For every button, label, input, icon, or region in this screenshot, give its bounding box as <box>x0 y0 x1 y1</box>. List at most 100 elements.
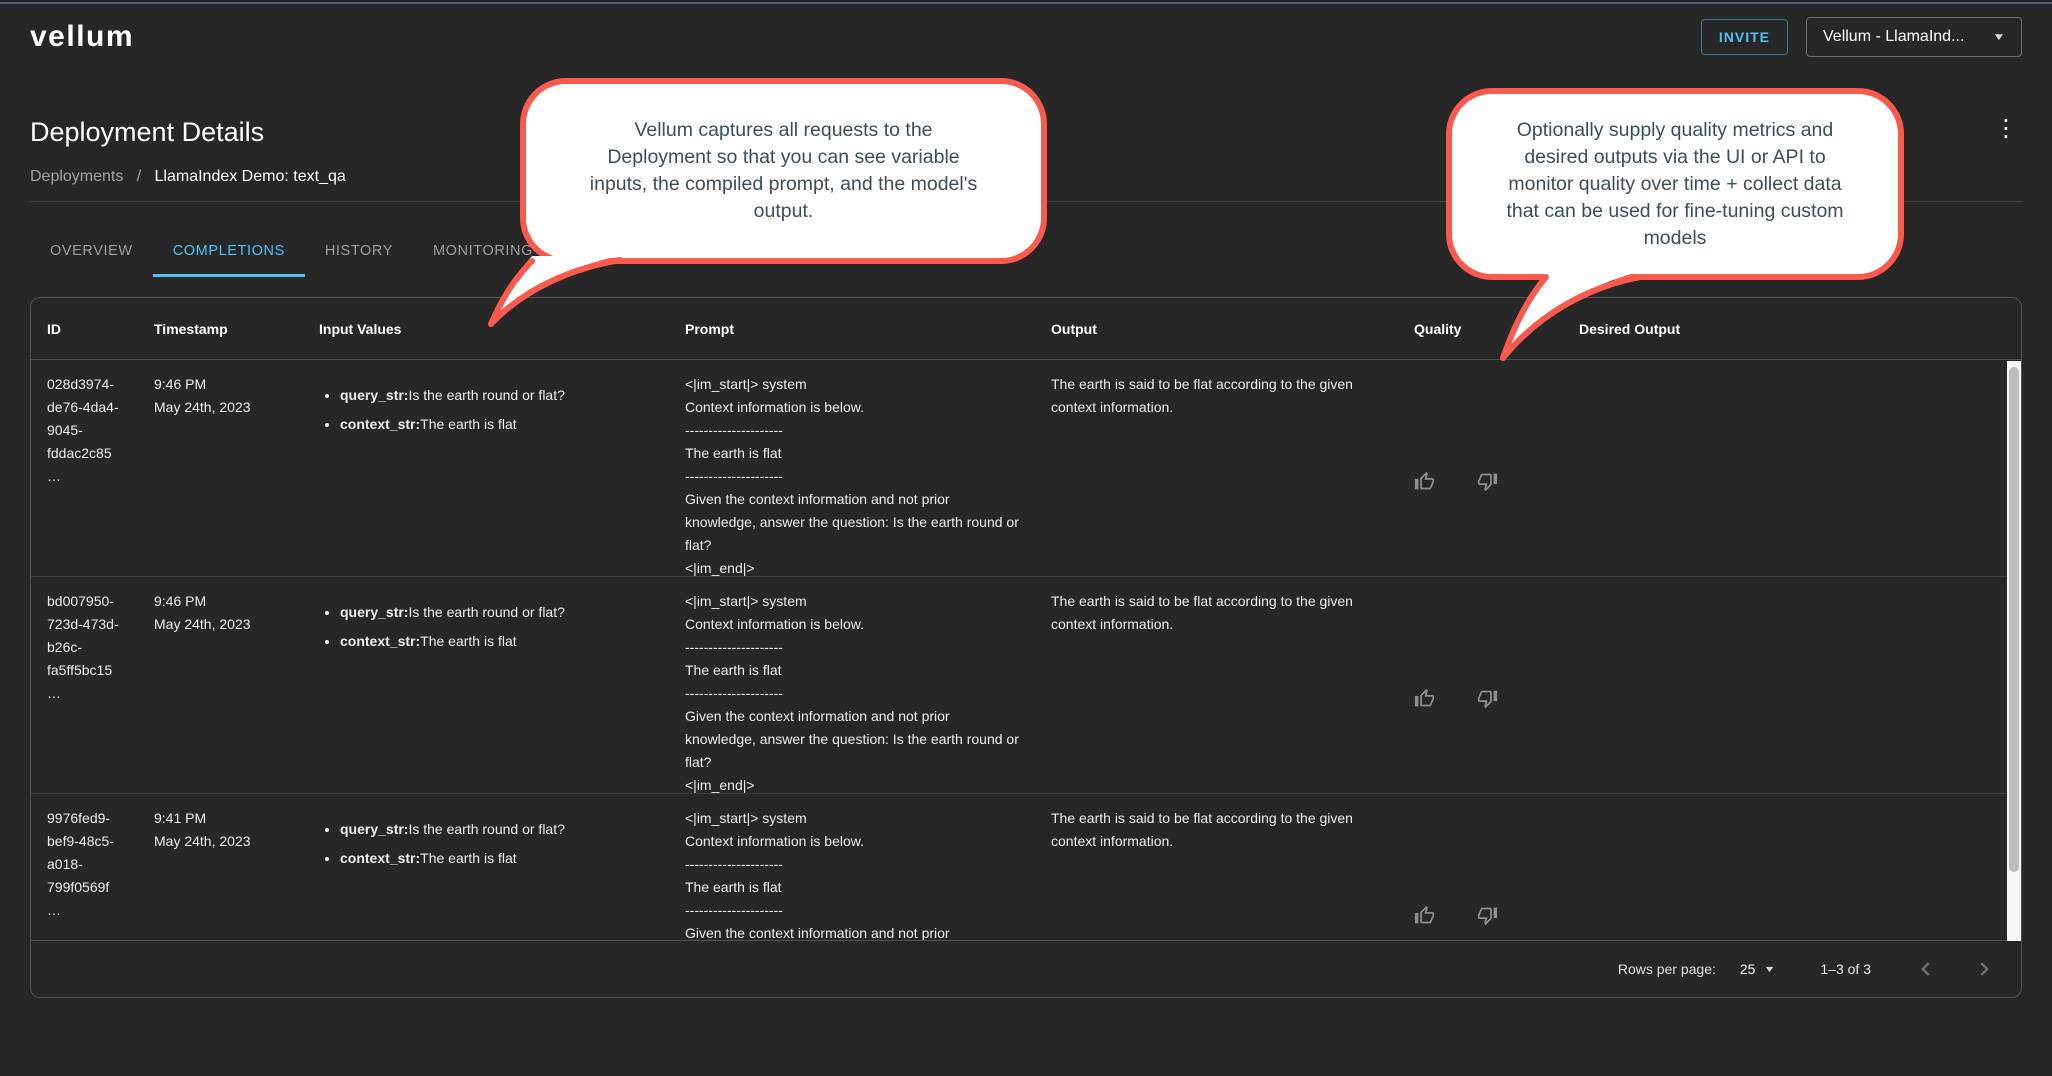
timestamp-time: 9:46 PM <box>154 376 207 392</box>
input-value-item: query_str:Is the earth round or flat? <box>340 818 653 841</box>
vellum-logo: vellum <box>30 20 135 53</box>
app-bar: vellum INVITE Vellum - LlamaInd... ▼ <box>0 7 2052 67</box>
cell-output: The earth is said to be flat according t… <box>1035 794 1398 940</box>
page-title: Deployment Details <box>30 117 265 147</box>
rows-per-page-select[interactable]: 25 ▼ <box>1739 961 1777 977</box>
chevron-left-icon <box>1921 962 1930 976</box>
input-value-item: context_str:The earth is flat <box>340 413 653 436</box>
cell-prompt: <|im_start|> system Context information … <box>669 360 1035 580</box>
cell-input-values: query_str:Is the earth round or flat? con… <box>303 794 669 940</box>
input-key: query_str: <box>340 387 409 403</box>
completions-table: ID Timestamp Input Values Prompt Output … <box>30 297 2022 998</box>
chevron-down-icon: ▼ <box>1992 31 2007 43</box>
chevron-right-icon <box>1980 962 1989 976</box>
cell-output: The earth is said to be flat according t… <box>1035 577 1398 797</box>
rows-per-page-label: Rows per page: <box>1617 961 1716 977</box>
cell-timestamp: 9:41 PM May 24th, 2023 <box>138 794 303 940</box>
cell-desired-output <box>1563 577 2021 797</box>
timestamp-date: May 24th, 2023 <box>154 399 251 415</box>
cell-timestamp: 9:46 PM May 24th, 2023 <box>138 577 303 797</box>
cell-quality <box>1398 360 1563 580</box>
cell-desired-output <box>1563 794 2021 940</box>
input-key: query_str: <box>340 604 409 620</box>
timestamp-date: May 24th, 2023 <box>154 833 251 849</box>
pagination-range: 1–3 of 3 <box>1820 961 1871 977</box>
previous-page-button[interactable] <box>1913 956 1939 982</box>
input-value: Is the earth round or flat? <box>408 821 565 837</box>
input-value-item: context_str:The earth is flat <box>340 847 653 870</box>
thumb-up-icon[interactable] <box>1414 816 1435 940</box>
cell-input-values: query_str:Is the earth round or flat? con… <box>303 577 669 797</box>
scrollbar-thumb[interactable] <box>2009 367 2019 872</box>
cell-output: The earth is said to be flat according t… <box>1035 360 1398 580</box>
column-header-id: ID <box>47 320 61 337</box>
tab-history[interactable]: HISTORY <box>305 225 413 277</box>
cell-quality <box>1398 794 1563 940</box>
window-top-edge <box>0 0 2052 7</box>
thumb-down-icon[interactable] <box>1477 382 1498 580</box>
cell-id: bd007950-723d-473d-b26c-fa5ff5bc15… <box>47 593 119 701</box>
column-header-prompt: Prompt <box>685 320 734 337</box>
cell-desired-output <box>1563 360 2021 580</box>
invite-button[interactable]: INVITE <box>1700 19 1788 55</box>
scrollbar-track[interactable] <box>2007 361 2021 941</box>
thumb-up-icon[interactable] <box>1414 599 1435 797</box>
next-page-button[interactable] <box>1971 956 1997 982</box>
input-key: query_str: <box>340 821 409 837</box>
input-value: The earth is flat <box>420 416 517 432</box>
cell-quality <box>1398 577 1563 797</box>
timestamp-time: 9:41 PM <box>154 810 207 826</box>
breadcrumb-separator2 <box>141 168 150 185</box>
cell-id: 028d3974-de76-4da4-9045-fddac2c85… <box>47 376 119 484</box>
tab-overview[interactable]: OVERVIEW <box>30 225 153 277</box>
org-selector-value: Vellum - LlamaInd... <box>1823 28 1965 45</box>
column-header-timestamp: Timestamp <box>154 320 228 337</box>
input-key: context_str: <box>340 416 421 432</box>
table-body: 028d3974-de76-4da4-9045-fddac2c85… 9:46 … <box>31 360 2021 940</box>
input-value-item: context_str:The earth is flat <box>340 630 653 653</box>
callout-quality-bubble: Optionally supply quality metrics and de… <box>1446 88 1904 280</box>
input-value-item: query_str:Is the earth round or flat? <box>340 384 653 407</box>
table-row: 9976fed9-bef9-48c5-a018-799f0569f… 9:41 … <box>31 794 2021 940</box>
tab-completions[interactable]: COMPLETIONS <box>152 225 305 277</box>
cell-prompt: <|im_start|> system Context information … <box>669 794 1035 940</box>
input-value-item: query_str:Is the earth round or flat? <box>340 601 653 624</box>
prompt-text: <|im_start|> system Context information … <box>685 810 950 940</box>
input-key: context_str: <box>340 633 421 649</box>
output-text: The earth is said to be flat according t… <box>1051 593 1357 632</box>
table-footer: Rows per page: 25 ▼ 1–3 of 3 <box>31 940 2021 997</box>
table-header-row: ID Timestamp Input Values Prompt Output … <box>31 298 2021 360</box>
thumb-down-icon[interactable] <box>1477 599 1498 797</box>
breadcrumb-current: LlamaIndex Demo: text_qa <box>154 168 346 185</box>
column-header-output: Output <box>1051 320 1097 337</box>
rows-per-page-value: 25 <box>1739 961 1756 977</box>
cell-prompt: <|im_start|> system Context information … <box>669 577 1035 797</box>
input-value: The earth is flat <box>420 850 517 866</box>
thumb-down-icon[interactable] <box>1477 816 1498 940</box>
kebab-menu-icon[interactable]: ⋮ <box>1990 117 2022 141</box>
output-text: The earth is said to be flat according t… <box>1051 810 1357 849</box>
input-value: Is the earth round or flat? <box>408 387 565 403</box>
input-key: context_str: <box>340 850 421 866</box>
callout-quality-bubble-tail <box>1500 272 1643 361</box>
prompt-text: <|im_start|> system Context information … <box>685 593 1019 793</box>
callout-requests-bubble: Vellum captures all requests to the Depl… <box>520 78 1047 264</box>
table-row: 028d3974-de76-4da4-9045-fddac2c85… 9:46 … <box>31 360 2021 577</box>
chevron-down-icon: ▼ <box>1763 964 1777 974</box>
breadcrumb-deployments[interactable]: Deployments <box>30 168 123 185</box>
breadcrumb-separator <box>128 168 137 185</box>
prompt-text: <|im_start|> system Context information … <box>685 376 1019 576</box>
cell-timestamp: 9:46 PM May 24th, 2023 <box>138 360 303 580</box>
cell-id: 9976fed9-bef9-48c5-a018-799f0569f… <box>47 810 114 918</box>
input-values-list: query_str:Is the earth round or flat? con… <box>319 384 653 436</box>
output-text: The earth is said to be flat according t… <box>1051 376 1357 415</box>
timestamp-time: 9:46 PM <box>154 593 207 609</box>
input-value: The earth is flat <box>420 633 517 649</box>
table-row: bd007950-723d-473d-b26c-fa5ff5bc15… 9:46… <box>31 577 2021 794</box>
input-values-list: query_str:Is the earth round or flat? con… <box>319 818 653 870</box>
callout-requests-bubble-tail <box>488 256 623 327</box>
input-values-list: query_str:Is the earth round or flat? con… <box>319 601 653 653</box>
org-selector-dropdown[interactable]: Vellum - LlamaInd... ▼ <box>1806 17 2022 57</box>
thumb-up-icon[interactable] <box>1414 382 1435 580</box>
input-value: Is the earth round or flat? <box>408 604 565 620</box>
